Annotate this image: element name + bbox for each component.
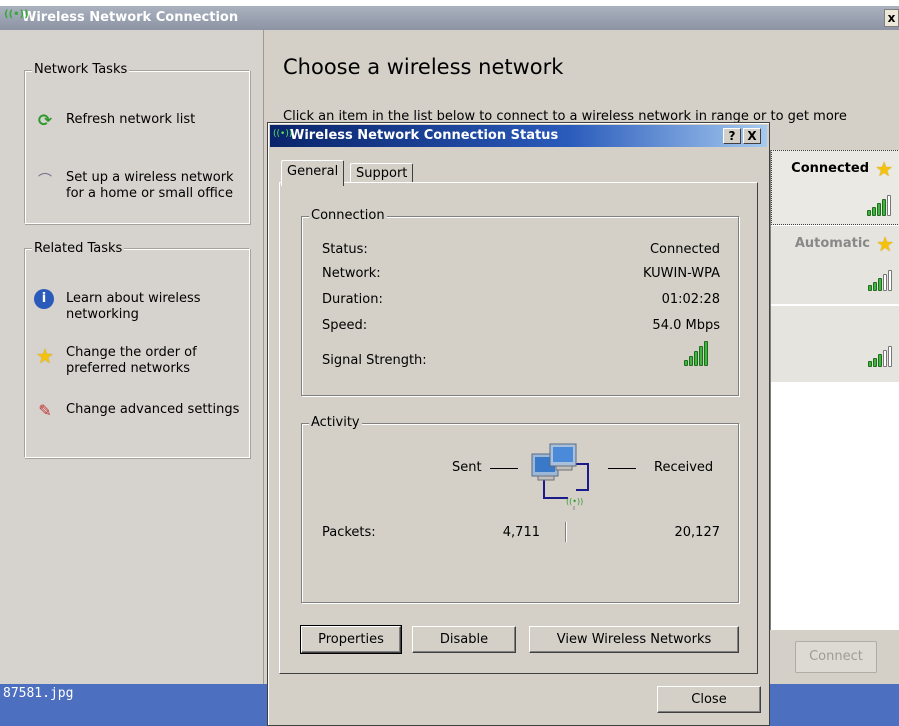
info-icon: i xyxy=(34,289,54,309)
duration-value: 01:02:28 xyxy=(661,292,720,307)
network-status: Automatic xyxy=(794,236,870,251)
close-button[interactable]: Close xyxy=(657,686,761,713)
network-activity-icon: ((•)) xyxy=(530,440,600,510)
main-titlebar[interactable]: Wireless Network Connection xyxy=(0,6,899,30)
sent-packets-value: 4,711 xyxy=(502,525,540,540)
received-line xyxy=(608,468,636,469)
speed-value: 54.0 Mbps xyxy=(652,318,720,333)
dialog-close-button[interactable]: X xyxy=(743,128,761,144)
change-order-link[interactable]: ★ Change the order of preferred networks xyxy=(34,343,244,379)
signal-strength-icon xyxy=(868,270,892,291)
connection-heading: Connection xyxy=(309,208,387,223)
taskbar-filename: 87581.jpg xyxy=(3,686,74,701)
related-tasks-heading: Related Tasks xyxy=(32,241,125,256)
dialog-title: Wireless Network Connection Status xyxy=(290,128,559,143)
left-task-pane: Network Tasks ⟳ Refresh network list ⌒ S… xyxy=(0,30,264,702)
tools-icon: ✎ xyxy=(38,401,52,420)
received-label: Received xyxy=(654,460,714,475)
connection-status-dialog: Wireless Network Connection Status ((•))… xyxy=(267,122,770,726)
duration-label: Duration: xyxy=(322,292,383,307)
star-icon: ★ xyxy=(36,344,54,368)
network-status: Connected xyxy=(791,161,869,176)
wireless-icon: ((•)) xyxy=(4,9,29,20)
refresh-network-list-label: Refresh network list xyxy=(66,112,196,127)
properties-button[interactable]: Properties xyxy=(300,625,402,654)
general-tab-panel: Connection Status: Connected Network: KU… xyxy=(279,182,758,674)
change-order-label: Change the order of preferred networks xyxy=(66,345,197,376)
choose-network-title: Choose a wireless network xyxy=(283,55,564,79)
speed-label: Speed: xyxy=(322,318,368,333)
status-value: Connected xyxy=(649,242,720,257)
status-label: Status: xyxy=(322,242,368,257)
preferred-star-icon: ★ xyxy=(875,157,893,181)
change-advanced-settings-link[interactable]: ✎ Change advanced settings xyxy=(34,400,244,436)
signal-strength-icon xyxy=(868,346,892,367)
wireless-icon: ((•)) xyxy=(273,129,293,139)
main-close-button[interactable]: x xyxy=(884,9,899,27)
network-label: Network: xyxy=(322,266,381,281)
view-wireless-networks-button[interactable]: View Wireless Networks xyxy=(529,626,739,653)
learn-wireless-link[interactable]: i Learn about wireless networking xyxy=(34,289,244,325)
network-list-item[interactable]: Connected ★ xyxy=(771,150,899,225)
taskbar-right xyxy=(768,684,899,726)
window-title: Wireless Network Connection xyxy=(22,10,239,25)
tab-general[interactable]: General xyxy=(281,160,345,186)
network-tasks-heading: Network Tasks xyxy=(32,62,130,77)
signal-strength-icon xyxy=(684,341,708,366)
preferred-star-icon: ★ xyxy=(876,232,894,256)
wireless-setup-icon: ⌒ xyxy=(38,173,52,189)
change-advanced-settings-label: Change advanced settings xyxy=(66,402,240,417)
learn-wireless-label: Learn about wireless networking xyxy=(66,291,201,322)
sent-line xyxy=(490,468,518,469)
packets-divider xyxy=(565,522,566,542)
connect-button[interactable]: Connect xyxy=(795,641,877,673)
disable-button[interactable]: Disable xyxy=(412,626,516,653)
activity-frame xyxy=(301,423,739,603)
refresh-network-list-link[interactable]: ⟳ Refresh network list xyxy=(34,110,244,132)
setup-wireless-network-link[interactable]: ⌒ Set up a wireless network for a home o… xyxy=(34,168,244,204)
svg-text:((•)): ((•)) xyxy=(566,497,583,506)
setup-wireless-network-label: Set up a wireless network for a home or … xyxy=(66,170,234,201)
signal-strength-label: Signal Strength: xyxy=(322,353,427,368)
network-list[interactable]: Connected ★ Automatic ★ xyxy=(770,150,899,630)
sent-label: Sent xyxy=(452,460,482,475)
network-list-item[interactable] xyxy=(771,306,899,382)
received-packets-value: 20,127 xyxy=(674,525,721,540)
network-list-item[interactable]: Automatic ★ xyxy=(771,226,899,304)
packets-label: Packets: xyxy=(322,525,376,540)
activity-heading: Activity xyxy=(309,415,362,430)
help-button[interactable]: ? xyxy=(723,128,741,144)
network-value: KUWIN-WPA xyxy=(642,266,720,281)
signal-strength-icon xyxy=(867,195,891,216)
dialog-titlebar[interactable]: Wireless Network Connection Status xyxy=(270,125,767,147)
refresh-icon: ⟳ xyxy=(37,111,53,131)
